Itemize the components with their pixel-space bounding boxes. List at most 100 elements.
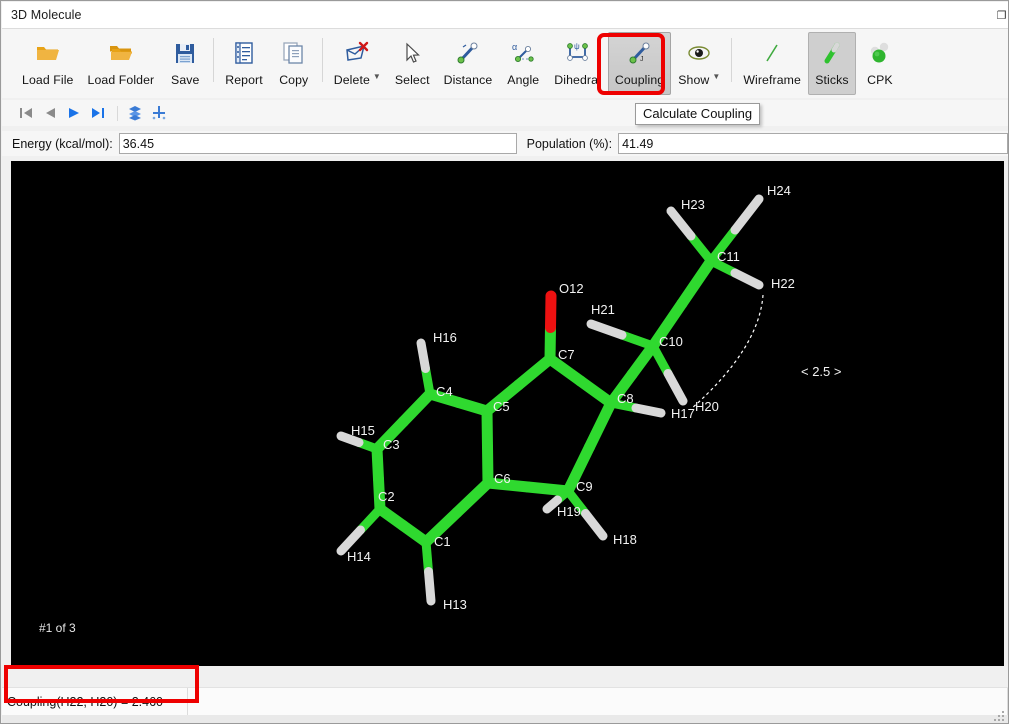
- toolbar-button-delete[interactable]: Delete ▼: [327, 32, 388, 95]
- atom-label-c9: C9: [576, 479, 593, 494]
- bond-segment: [545, 290, 557, 333]
- folder-stack-icon: [105, 38, 137, 68]
- toolbar-label-save: Save: [171, 73, 200, 87]
- molecule-render: < 2.5 > C1 C2 C3 C4 C5 C6 C7 C8 C9 C10 C11 O12 H13 H14…: [336, 183, 841, 612]
- toolbar-button-save[interactable]: Save: [161, 32, 209, 95]
- atom-label-h18: H18: [613, 532, 637, 547]
- atom-label-c4: C4: [436, 384, 453, 399]
- toolbar-label-sticks: Sticks: [815, 73, 849, 87]
- atom-label-h20: H20: [695, 399, 719, 414]
- atom-label-c1: C1: [434, 534, 451, 549]
- toolbar-label-angle: Angle: [507, 73, 540, 87]
- atom-label-c2: C2: [378, 489, 395, 504]
- angle-icon: α: [507, 38, 539, 68]
- nav-separator: [117, 105, 118, 121]
- restore-button[interactable]: ❐: [995, 2, 1008, 29]
- toolbar-button-copy[interactable]: Copy: [270, 32, 318, 95]
- bond-segment: [617, 330, 658, 351]
- nav-button-last[interactable]: [87, 103, 109, 123]
- bond-segment: [730, 194, 764, 235]
- toolbar-separator: [321, 38, 323, 82]
- toolbar-button-load-folder[interactable]: Load Folder: [81, 32, 162, 95]
- distance-icon: [452, 38, 484, 68]
- open-folder-icon: [32, 38, 64, 68]
- bond-segment: [398, 388, 436, 427]
- nav-button-align[interactable]: [148, 103, 170, 123]
- toolbar-button-show[interactable]: Show ▼: [671, 32, 727, 95]
- toolbar-button-report[interactable]: Report: [218, 32, 270, 95]
- status-cell-secondary: [188, 688, 1008, 716]
- toolbar-separator: [213, 38, 215, 82]
- bond-segment: [581, 509, 608, 541]
- toolbar-button-select[interactable]: Select: [388, 32, 437, 95]
- nav-button-play[interactable]: [63, 103, 85, 123]
- toolbar-label-show: Show: [678, 73, 710, 87]
- toolbar-label-delete: Delete: [333, 73, 370, 87]
- bond-segment: [416, 338, 430, 373]
- population-label: Population (%):: [526, 136, 613, 151]
- molecule-3d-viewport[interactable]: < 2.5 > C1 C2 C3 C4 C5 C6 C7 C8 C9 C10 C11 O12 H13 H14…: [11, 161, 1004, 666]
- atom-label-c8: C8: [617, 391, 634, 406]
- cursor-arrow-icon: [396, 38, 428, 68]
- toolbar-button-sticks[interactable]: Sticks: [807, 32, 856, 95]
- bond-segment: [451, 477, 494, 518]
- toolbar-button-angle[interactable]: α Angle: [499, 32, 547, 95]
- atom-label-o12: O12: [559, 281, 584, 296]
- toolbar-button-coupling[interactable]: J Coupling: [607, 32, 672, 95]
- floppy-disk-icon: [169, 38, 201, 68]
- toolbar-button-distance[interactable]: Distance: [437, 32, 500, 95]
- dihedral-icon: ψ: [562, 38, 594, 68]
- toolbar-label-distance: Distance: [443, 73, 493, 87]
- chevron-down-icon[interactable]: ▼: [712, 72, 720, 81]
- bond-segment: [730, 268, 764, 290]
- atom-label-layer: C1 C2 C3 C4 C5 C6 C7 C8 C9 C10 C11 O12 H13 H14 H15 H16 H…: [347, 183, 795, 612]
- bond-segment: [424, 567, 436, 606]
- svg-text:α: α: [512, 42, 517, 52]
- toolbar-button-wireframe[interactable]: Wireframe: [736, 32, 808, 95]
- toolbar-label-load-file: Load File: [22, 73, 74, 87]
- atom-label-c10: C10: [659, 334, 683, 349]
- toolbar-button-cpk[interactable]: CPK: [856, 32, 904, 95]
- bond-segment: [686, 231, 716, 266]
- bond-segment: [631, 403, 666, 418]
- bond-segment: [666, 206, 696, 241]
- population-input[interactable]: [618, 133, 1008, 154]
- measurement-label: < 2.5 >: [801, 364, 841, 379]
- bond-segment: [676, 255, 717, 309]
- atom-label-c3: C3: [383, 437, 400, 452]
- atom-label-h19: H19: [557, 504, 581, 519]
- frame-navigation-bar: [2, 100, 1008, 126]
- bond-segment: [663, 369, 688, 406]
- status-bar: Coupling(H22, H20) = 2.460: [2, 687, 1008, 716]
- copy-icon: [278, 38, 310, 68]
- resize-grip-icon[interactable]: [992, 709, 1006, 723]
- atom-label-h15: H15: [351, 423, 375, 438]
- toolbar-button-load-file[interactable]: Load File: [15, 32, 81, 95]
- window-title: 3D Molecule: [11, 8, 82, 22]
- svg-text:J: J: [640, 56, 644, 63]
- bond-segment: [542, 495, 562, 514]
- wireframe-icon: [756, 38, 788, 68]
- frame-counter: #1 of 3: [39, 621, 76, 635]
- atom-label-h21: H21: [591, 302, 615, 317]
- atom-label-h22: H22: [771, 276, 795, 291]
- toolbar-label-report: Report: [225, 73, 263, 87]
- toolbar-separator: [731, 38, 733, 82]
- toolbar-button-dihedral[interactable]: ψ Dihedral: [547, 32, 608, 95]
- atom-label-h17: H17: [671, 406, 695, 421]
- energy-input[interactable]: [118, 133, 517, 154]
- bond-segment: [544, 353, 586, 387]
- bond-segment: [336, 525, 365, 556]
- title-bar: 3D Molecule ❐: [2, 2, 1008, 29]
- nav-button-previous[interactable]: [39, 103, 61, 123]
- atom-label-h23: H23: [681, 197, 705, 212]
- sticks-icon: [816, 38, 848, 68]
- nav-button-first[interactable]: [15, 103, 37, 123]
- properties-bar: Energy (kcal/mol): Population (%):: [2, 131, 1008, 156]
- delete-icon: [341, 38, 373, 68]
- cpk-icon: [864, 38, 896, 68]
- chevron-down-icon[interactable]: ▼: [373, 72, 381, 81]
- application-window: 3D Molecule ❐ Load File Load Folder Save: [0, 0, 1009, 724]
- measurement-arc: [690, 294, 764, 410]
- nav-button-overlay[interactable]: [124, 103, 146, 123]
